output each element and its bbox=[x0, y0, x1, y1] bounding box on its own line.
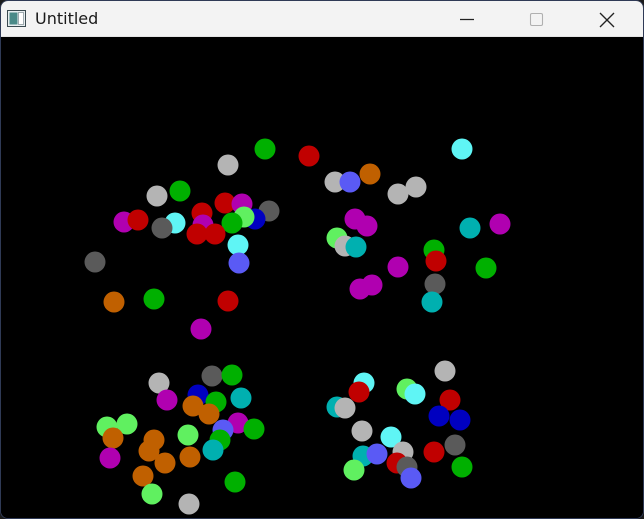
circle-magenta bbox=[156, 389, 178, 411]
circle-cyan bbox=[230, 387, 252, 409]
circle-green bbox=[169, 180, 191, 202]
circle-magenta bbox=[489, 213, 511, 235]
circle-red bbox=[348, 381, 370, 403]
circle-cyan bbox=[202, 439, 224, 461]
circle-green bbox=[254, 138, 276, 160]
circle-orange bbox=[132, 465, 154, 487]
circle-red bbox=[204, 223, 226, 245]
close-button[interactable] bbox=[573, 1, 643, 37]
circles-layer bbox=[84, 138, 511, 515]
circle-orange bbox=[102, 427, 124, 449]
circle-lime bbox=[343, 459, 365, 481]
app-icon bbox=[7, 10, 26, 27]
circle-darkgray bbox=[84, 251, 106, 273]
circle-darkgray bbox=[201, 365, 223, 387]
circle-gray bbox=[351, 420, 373, 442]
circle-gray bbox=[387, 183, 409, 205]
circle-gray bbox=[334, 397, 356, 419]
circle-green bbox=[475, 257, 497, 279]
circle-red bbox=[127, 209, 149, 231]
circle-magenta bbox=[387, 256, 409, 278]
close-icon bbox=[599, 12, 615, 28]
circle-orange bbox=[179, 446, 201, 468]
maximize-icon bbox=[529, 12, 544, 27]
circle-orange bbox=[103, 291, 125, 313]
circle-gray bbox=[405, 176, 427, 198]
circle-magenta bbox=[356, 215, 378, 237]
circle-green bbox=[243, 418, 265, 440]
circle-blue bbox=[400, 467, 422, 489]
circle-green bbox=[221, 364, 243, 386]
circle-darkgray bbox=[424, 273, 446, 295]
circle-green bbox=[451, 456, 473, 478]
circle-lime bbox=[177, 424, 199, 446]
title-bar[interactable]: Untitled bbox=[1, 1, 643, 37]
circle-red bbox=[217, 290, 239, 312]
circle-orange bbox=[154, 452, 176, 474]
circle-orange bbox=[359, 163, 381, 185]
circle-navy bbox=[428, 405, 450, 427]
circle-lightcyan bbox=[404, 383, 426, 405]
minimize-button[interactable] bbox=[433, 1, 503, 37]
circle-cyan bbox=[345, 236, 367, 258]
circle-magenta bbox=[99, 447, 121, 469]
circle-lightcyan bbox=[227, 234, 249, 256]
circle-red bbox=[425, 250, 447, 272]
circle-gray bbox=[178, 493, 200, 515]
circle-green bbox=[224, 471, 246, 493]
circle-red bbox=[423, 441, 445, 463]
circle-darkgray bbox=[151, 217, 173, 239]
circle-blue bbox=[228, 252, 250, 274]
circle-orange bbox=[198, 403, 220, 425]
circle-gray bbox=[217, 154, 239, 176]
minimize-icon bbox=[460, 18, 474, 21]
circle-cyan bbox=[421, 291, 443, 313]
drawing-canvas[interactable] bbox=[1, 37, 643, 518]
circle-gray bbox=[434, 360, 456, 382]
circle-darkgray bbox=[444, 434, 466, 456]
circle-red bbox=[298, 145, 320, 167]
circle-blue bbox=[339, 171, 361, 193]
circle-magenta bbox=[190, 318, 212, 340]
circle-magenta bbox=[349, 278, 371, 300]
circle-cyan bbox=[459, 217, 481, 239]
circle-green bbox=[143, 288, 165, 310]
circle-gray bbox=[146, 185, 168, 207]
maximize-button[interactable] bbox=[503, 1, 573, 37]
circle-lime bbox=[141, 483, 163, 505]
app-window: Untitled bbox=[0, 0, 644, 519]
circle-blue bbox=[366, 443, 388, 465]
circle-navy bbox=[449, 409, 471, 431]
circle-red bbox=[186, 223, 208, 245]
window-title: Untitled bbox=[35, 9, 99, 28]
circle-lightcyan bbox=[451, 138, 473, 160]
